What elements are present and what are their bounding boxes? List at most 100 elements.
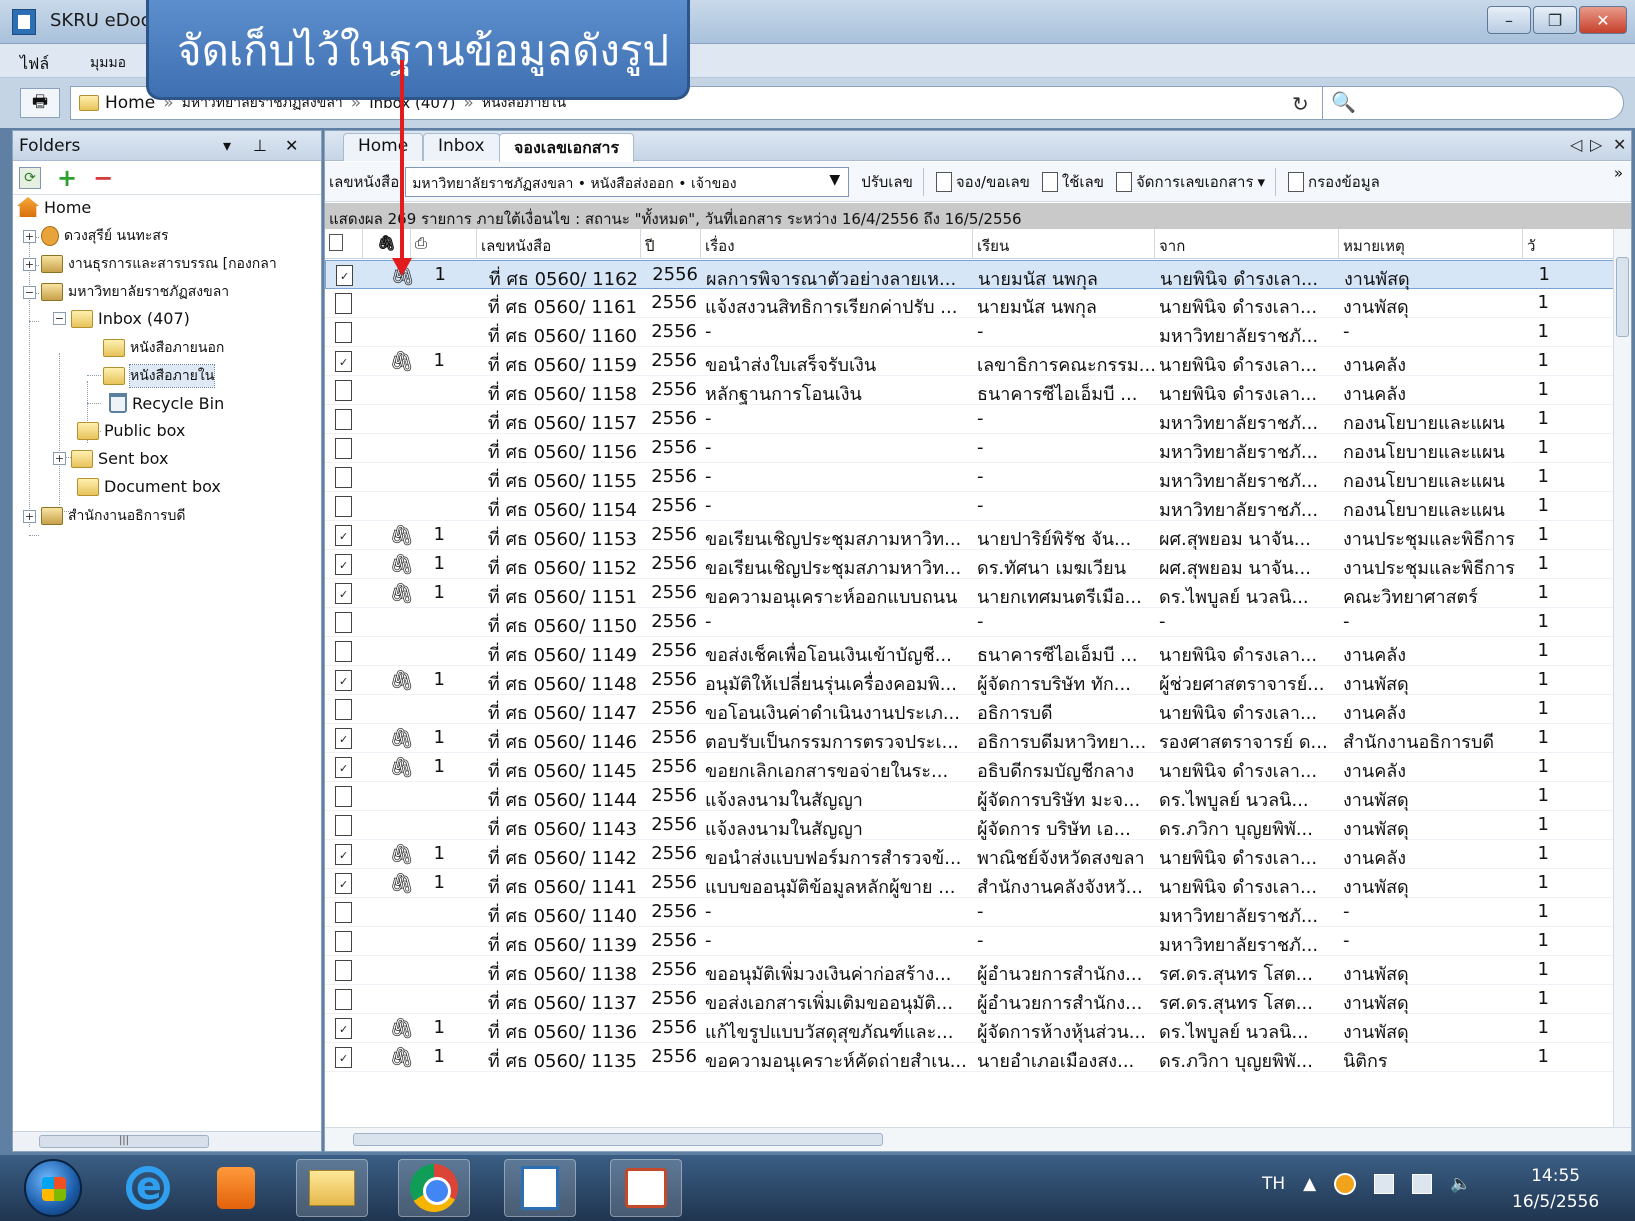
manage-numbers-button[interactable]: จัดการเลขเอกสาร ▾	[1115, 170, 1265, 194]
tab-home[interactable]: Home	[343, 133, 424, 161]
refresh-icon[interactable]: ↻	[1292, 92, 1309, 116]
table-row[interactable]: 🖇1ที่ ศธ 0560/ 11482556อนุมัติให้เปลี่ยน…	[325, 666, 1615, 695]
network-icon[interactable]	[1412, 1174, 1433, 1194]
tab-reserve-doc-number[interactable]: จองเลขเอกสาร	[499, 133, 635, 162]
tree-external-letters[interactable]: หนังสือภายนอก	[103, 337, 224, 359]
tree-document-box[interactable]: Document box	[77, 477, 221, 496]
table-row[interactable]: ที่ ศธ 0560/ 1137 2556 ขอส่งเอกสารเพิ่มเติ…	[325, 985, 1615, 1014]
col-note[interactable]: หมายเหตุ	[1339, 229, 1523, 259]
table-row[interactable]: ที่ ศธ 0560/ 1160 2556- - มหาวิทยาลัยราชภั.…	[325, 318, 1615, 347]
breadcrumb-home[interactable]: Home	[105, 93, 155, 113]
taskbar-media-player[interactable]	[200, 1159, 272, 1217]
filter-button[interactable]: กรองข้อมูล	[1288, 170, 1380, 194]
col-doc-icon[interactable]	[325, 229, 363, 259]
expand-icon[interactable]: +	[23, 509, 36, 523]
tab-inbox[interactable]: Inbox	[423, 133, 500, 161]
horizontal-scrollbar[interactable]	[325, 1127, 1631, 1151]
tree-recycle-bin[interactable]: Recycle Bin	[109, 393, 224, 413]
expand-icon[interactable]: +	[23, 229, 36, 243]
collapse-icon[interactable]: −	[23, 285, 36, 299]
table-row[interactable]: 🖇1ที่ ศธ 0560/ 11362556แก้ไขรูปแบบวัสดุส…	[325, 1014, 1615, 1043]
table-row[interactable]: ที่ ศธ 0560/ 1143 2556 แจ้งลงนามในสัญญา ผู้…	[325, 811, 1615, 840]
taskbar-powerpoint[interactable]	[610, 1159, 682, 1217]
pin-icon[interactable]: ⊥	[253, 136, 267, 155]
overflow-chevron-icon[interactable]: »	[1614, 164, 1623, 182]
taskbar-explorer[interactable]	[296, 1159, 368, 1217]
table-row[interactable]: 🖇1ที่ ศธ 0560/ 11352556ขอความอนุเคราะห์ค…	[325, 1043, 1615, 1072]
table-row[interactable]: ที่ ศธ 0560/ 1155 2556- - มหาวิทยาลัยราชภั.…	[325, 463, 1615, 492]
close-tab-icon[interactable]: ✕	[1613, 135, 1626, 154]
expand-icon[interactable]: +	[53, 452, 66, 465]
table-row[interactable]: 🖇1ที่ ศธ 0560/ 11532556ขอเรียนเชิญประชุม…	[325, 521, 1615, 550]
tree-inbox[interactable]: − Inbox (407)	[53, 309, 190, 328]
table-row[interactable]: ที่ ศธ 0560/ 1140 2556- - มหาวิทยาลัยราชภั.…	[325, 898, 1615, 927]
table-row[interactable]: ที่ ศธ 0560/ 1150 2556- - - -1	[325, 608, 1615, 637]
search-input[interactable]: 🔍	[1322, 86, 1624, 120]
folders-horizontal-scrollbar[interactable]: |||	[13, 1131, 321, 1151]
table-row[interactable]: ที่ ศธ 0560/ 1154 2556- - มหาวิทยาลัยราชภั.…	[325, 492, 1615, 521]
col-doc-no[interactable]: เลขหนังสือ	[477, 229, 641, 259]
tree-home[interactable]: Home	[17, 197, 91, 217]
col-to[interactable]: เรียน	[973, 229, 1155, 259]
tray-expand-icon[interactable]: ▲	[1303, 1174, 1316, 1194]
table-row[interactable]: ที่ ศธ 0560/ 1147 2556 ขอโอนเงินค่าดำเนินง…	[325, 695, 1615, 724]
collapse-icon[interactable]: −	[53, 312, 66, 325]
table-row[interactable]: 🖇1ที่ ศธ 0560/ 11592556ขอนำส่งใบเสร็จรับ…	[325, 347, 1615, 376]
scroll-thumb[interactable]: |||	[39, 1135, 209, 1148]
tab-scroll-right-icon[interactable]: ▷	[1590, 135, 1602, 154]
start-button[interactable]	[24, 1159, 82, 1217]
expand-icon[interactable]: +	[23, 257, 36, 271]
action-center-flag-icon[interactable]	[1374, 1174, 1395, 1194]
taskbar-edoc[interactable]	[504, 1159, 576, 1217]
add-folder-icon[interactable]: +	[57, 164, 77, 192]
dropdown-icon[interactable]: ▾	[223, 136, 231, 155]
table-row[interactable]: 🖇1ที่ ศธ 0560/ 11422556ขอนำส่งแบบฟอร์มกา…	[325, 840, 1615, 869]
adjust-number-button[interactable]: ปรับเลข	[861, 170, 913, 194]
volume-icon[interactable]: 🔈	[1450, 1174, 1471, 1194]
language-indicator[interactable]: TH	[1262, 1174, 1285, 1194]
col-last[interactable]: วั	[1523, 229, 1615, 259]
table-row[interactable]: 🖇1ที่ ศธ 0560/ 11622556ผลการพิจารณาตัวอย…	[325, 260, 1615, 290]
maximize-button[interactable]: ❐	[1533, 6, 1577, 34]
tab-scroll-left-icon[interactable]: ◁	[1570, 135, 1582, 154]
table-row[interactable]: ที่ ศธ 0560/ 1138 2556 ขออนุมัติเพิ่มวงเงิ…	[325, 956, 1615, 985]
table-row[interactable]: ที่ ศธ 0560/ 1149 2556 ขอส่งเช็คเพื่อโอนเง…	[325, 637, 1615, 666]
taskbar-chrome[interactable]	[398, 1159, 470, 1217]
print-button[interactable]: 🖶	[20, 88, 60, 118]
table-row[interactable]: ที่ ศธ 0560/ 1161 2556 แจ้งสงวนสิทธิการเรี…	[325, 289, 1615, 318]
tray-app-icon[interactable]	[1334, 1173, 1357, 1195]
taskbar-ie[interactable]	[112, 1159, 184, 1217]
col-from[interactable]: จาก	[1155, 229, 1339, 259]
tree-admin-dept[interactable]: + งานธุรการและสารบรรณ [กองกลา	[23, 253, 277, 275]
col-subject[interactable]: เรื่อง	[701, 229, 973, 259]
table-row[interactable]: 🖇1ที่ ศธ 0560/ 11462556ตอบรับเป็นกรรมการ…	[325, 724, 1615, 753]
scroll-thumb[interactable]	[1616, 257, 1629, 337]
scroll-thumb[interactable]	[353, 1133, 883, 1146]
refresh-tree-icon[interactable]: ⟳	[19, 166, 41, 189]
tree-president-office[interactable]: + สำนักงานอธิการบดี	[23, 505, 186, 527]
minimize-button[interactable]: –	[1487, 6, 1531, 34]
table-row[interactable]: ที่ ศธ 0560/ 1157 2556- - มหาวิทยาลัยราชภั.…	[325, 405, 1615, 434]
col-count[interactable]: ⎙	[411, 229, 477, 259]
tree-public-box[interactable]: Public box	[77, 421, 185, 440]
close-icon[interactable]: ✕	[285, 136, 298, 155]
menu-view[interactable]: มุมมอ	[90, 52, 126, 74]
remove-folder-icon[interactable]: −	[93, 164, 113, 192]
vertical-scrollbar[interactable]	[1613, 229, 1631, 1129]
table-row[interactable]: ที่ ศธ 0560/ 1158 2556 หลักฐานการโอนเงิน ธน…	[325, 376, 1615, 405]
tree-university[interactable]: − มหาวิทยาลัยราชภัฏสงขลา	[23, 281, 229, 303]
table-row[interactable]: 🖇1ที่ ศธ 0560/ 11512556ขอความอนุเคราะห์อ…	[325, 579, 1615, 608]
tree-sent-box[interactable]: + Sent box	[53, 449, 168, 468]
tree-user[interactable]: + ดวงสุรีย์ นนทะสร	[23, 225, 168, 247]
table-row[interactable]: ที่ ศธ 0560/ 1156 2556- - มหาวิทยาลัยราชภั.…	[325, 434, 1615, 463]
table-row[interactable]: 🖇1ที่ ศธ 0560/ 11522556ขอเรียนเชิญประชุม…	[325, 550, 1615, 579]
close-button[interactable]: ✕	[1579, 6, 1627, 34]
use-number-button[interactable]: ใช้เลข	[1041, 170, 1104, 194]
clock[interactable]: 14:55 16/5/2556	[1512, 1163, 1599, 1215]
reserve-number-button[interactable]: จอง/ขอเลข	[935, 170, 1030, 194]
tree-internal-letters[interactable]: หนังสือภายใน	[103, 364, 216, 388]
menu-file[interactable]: ไฟล์	[20, 52, 49, 77]
table-row[interactable]: 🖇1ที่ ศธ 0560/ 11452556ขอยกเลิกเอกสารขอจ…	[325, 753, 1615, 782]
table-row[interactable]: ที่ ศธ 0560/ 1144 2556 แจ้งลงนามในสัญญา ผู้…	[325, 782, 1615, 811]
col-year[interactable]: ปี	[641, 229, 701, 259]
